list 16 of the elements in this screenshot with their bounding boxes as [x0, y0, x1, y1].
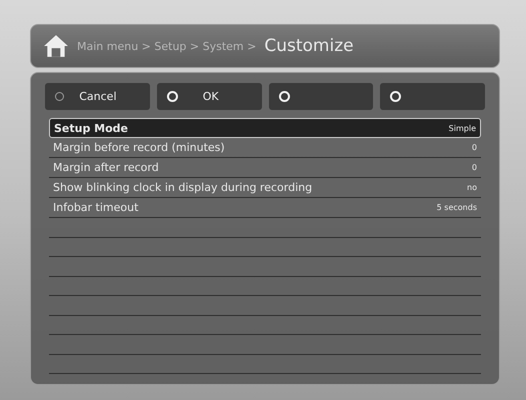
- setting-row[interactable]: Margin before record (minutes) 0: [49, 138, 481, 158]
- color-key-button[interactable]: OK: [156, 83, 262, 110]
- circle-icon: [278, 91, 290, 102]
- breadcrumb-path: Main menu > Setup > System >: [77, 40, 256, 52]
- circle-icon: [166, 91, 178, 102]
- setting-row[interactable]: Setup Mode Simple: [49, 118, 481, 138]
- setting-row[interactable]: Show blinking clock in display during recording no: [49, 178, 481, 198]
- setting-row[interactable]: Infobar timeout 5 seconds: [49, 198, 481, 218]
- circle-icon: [55, 92, 64, 101]
- blank-color-key-button[interactable]: [268, 83, 374, 110]
- page-title: Customize: [264, 36, 354, 56]
- home-icon: [43, 34, 69, 58]
- setting-row[interactable]: Margin after record 0: [49, 158, 481, 178]
- color-key-button[interactable]: Cancel: [45, 83, 150, 110]
- circle-icon: [390, 91, 402, 102]
- blank-color-key-button[interactable]: [380, 83, 485, 110]
